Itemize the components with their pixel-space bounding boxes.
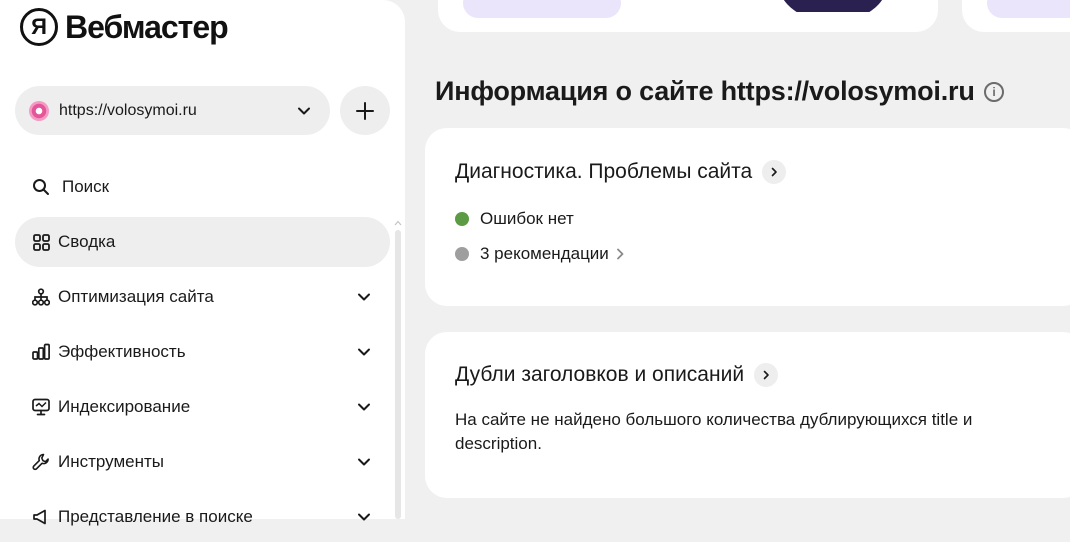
duplicates-title: Дубли заголовков и описаний xyxy=(455,363,745,386)
site-url: https://volosymoi.ru xyxy=(59,101,197,119)
logo[interactable]: Я Вебмастер xyxy=(20,8,229,46)
duplicates-title-link[interactable]: Дубли заголовков и описаний xyxy=(455,363,779,387)
dashboard-icon xyxy=(31,232,51,252)
chevron-right-icon xyxy=(754,363,779,387)
status-row-recommendations[interactable]: 3 рекомендации xyxy=(455,244,625,264)
diagnostics-title: Диагностика. Проблемы сайта xyxy=(455,160,753,183)
chevron-down-icon xyxy=(296,103,312,119)
sidebar-item-label: Поиск xyxy=(62,177,110,196)
yandex-logo-icon: Я xyxy=(20,8,58,46)
sidebar-item-indexing[interactable]: Индексирование xyxy=(15,382,390,432)
chevron-right-icon xyxy=(762,160,787,184)
sidebar-item-tools[interactable]: Инструменты xyxy=(15,437,390,487)
top-widget-pill[interactable] xyxy=(463,0,621,18)
sidebar-item-label: Эффективность xyxy=(58,342,186,361)
info-icon[interactable]: i xyxy=(984,82,1004,102)
status-label: Ошибок нет xyxy=(480,209,574,228)
diagnostics-card: Диагностика. Проблемы сайта Ошибок нет 3… xyxy=(425,128,1070,306)
sidebar-item-efficiency[interactable]: Эффективность xyxy=(15,327,390,377)
top-widget-card xyxy=(438,0,938,32)
wrench-icon xyxy=(31,452,51,472)
diagnostics-title-link[interactable]: Диагностика. Проблемы сайта xyxy=(455,160,787,184)
duplicates-card: Дубли заголовков и описаний На сайте не … xyxy=(425,332,1070,498)
sidebar-item-label: Сводка xyxy=(58,232,116,251)
sidebar-item-label: Индексирование xyxy=(58,397,191,416)
sidebar-scrollbar[interactable] xyxy=(395,230,401,519)
chevron-down-icon xyxy=(354,397,374,417)
plus-icon xyxy=(356,101,374,120)
sidebar-item-label: Инструменты xyxy=(58,452,165,471)
brand-name: Вебмастер xyxy=(65,8,229,45)
top-widget-pill-2[interactable] xyxy=(987,0,1070,18)
chart-graphic xyxy=(783,0,883,12)
sitemap-icon xyxy=(31,287,51,307)
sidebar: Я Вебмастер https://volosymoi.ru Поиск С… xyxy=(0,0,405,526)
megaphone-icon xyxy=(31,507,51,527)
status-neutral-dot xyxy=(455,247,469,261)
sidebar-item-search-appearance[interactable]: Представление в поиске xyxy=(15,492,390,542)
sidebar-item-label: Оптимизация сайта xyxy=(58,287,214,306)
duplicates-text: На сайте не найдено большого количества … xyxy=(455,410,973,453)
status-label: 3 рекомендации xyxy=(480,244,609,263)
sidebar-item-optimization[interactable]: Оптимизация сайта xyxy=(15,272,390,322)
monitor-icon xyxy=(31,397,51,417)
sidebar-item-label: Представление в поиске xyxy=(58,507,253,526)
top-widget-card-2 xyxy=(962,0,1070,32)
bar-chart-icon xyxy=(31,342,51,362)
search-icon xyxy=(31,177,51,197)
sidebar-item-search[interactable]: Поиск xyxy=(15,162,390,212)
site-favicon-icon xyxy=(29,100,49,121)
page-title: Информация о сайте https://volosymoi.ru xyxy=(435,76,975,106)
chevron-down-icon xyxy=(354,342,374,362)
status-row-errors: Ошибок нет xyxy=(455,209,574,229)
chevron-down-icon xyxy=(354,452,374,472)
sidebar-item-summary[interactable]: Сводка xyxy=(15,217,390,267)
add-site-button[interactable] xyxy=(340,86,390,135)
chevron-down-icon xyxy=(354,287,374,307)
chevron-right-icon xyxy=(616,248,624,260)
chevron-down-icon xyxy=(354,507,374,527)
scroll-up-arrow-icon[interactable] xyxy=(394,220,402,226)
status-ok-dot xyxy=(455,212,469,226)
site-selector[interactable]: https://volosymoi.ru xyxy=(15,86,330,135)
